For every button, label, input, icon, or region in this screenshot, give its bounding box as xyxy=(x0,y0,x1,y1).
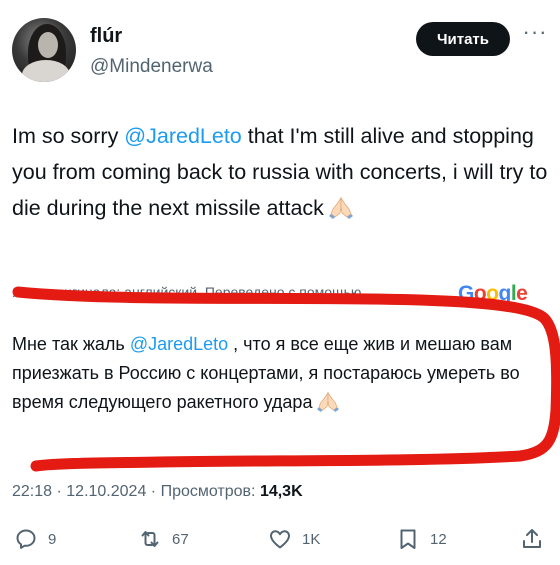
tweet-date[interactable]: 12.10.2024 xyxy=(66,483,146,500)
praying-hands-emoji xyxy=(316,390,340,421)
translated-by-label: Язык оригинала: английский. Переведено с… xyxy=(12,284,362,300)
like-count: 1K xyxy=(302,530,321,548)
more-icon[interactable]: ··· xyxy=(522,21,548,48)
bookmark-button[interactable]: 12 xyxy=(396,526,447,552)
avatar-body xyxy=(22,60,70,82)
share-button[interactable] xyxy=(520,526,554,552)
tweet-mention[interactable]: @JaredLeto xyxy=(124,124,241,148)
repost-icon xyxy=(141,531,159,547)
reply-button[interactable]: 9 xyxy=(14,526,56,552)
repost-count: 67 xyxy=(172,530,189,548)
tweet-meta: 22:18 · 12.10.2024 · Просмотров: 14,3K xyxy=(12,483,303,500)
repost-button[interactable]: 67 xyxy=(138,526,189,552)
handle[interactable]: @Mindenerwa xyxy=(90,56,213,78)
google-logo[interactable]: Google xyxy=(458,282,528,306)
translation-mention[interactable]: @JaredLeto xyxy=(130,334,228,354)
avatar-face xyxy=(38,32,58,58)
tweet-text: Im so sorry @JaredLeto that I'm still al… xyxy=(12,118,552,230)
views-count: 14,3K xyxy=(259,483,303,500)
reply-icon xyxy=(16,529,36,549)
follow-button[interactable]: Читать xyxy=(416,22,510,56)
praying-hands-emoji xyxy=(328,194,354,230)
like-icon xyxy=(270,530,290,549)
display-name[interactable]: flúr xyxy=(90,25,122,48)
translation-text: Мне так жаль @JaredLeto , что я все еще … xyxy=(12,330,532,421)
avatar[interactable] xyxy=(12,18,76,82)
share-icon xyxy=(523,529,541,548)
translation-text-start: Мне так жаль xyxy=(12,334,130,354)
bookmark-icon xyxy=(400,529,416,549)
views-label: Просмотров: xyxy=(160,483,256,500)
reply-count: 9 xyxy=(48,530,57,548)
tweet-time[interactable]: 22:18 xyxy=(12,483,52,500)
tweet-text-start: Im so sorry xyxy=(12,124,125,148)
like-button[interactable]: 1K xyxy=(268,526,320,552)
bookmark-count: 12 xyxy=(430,530,447,548)
